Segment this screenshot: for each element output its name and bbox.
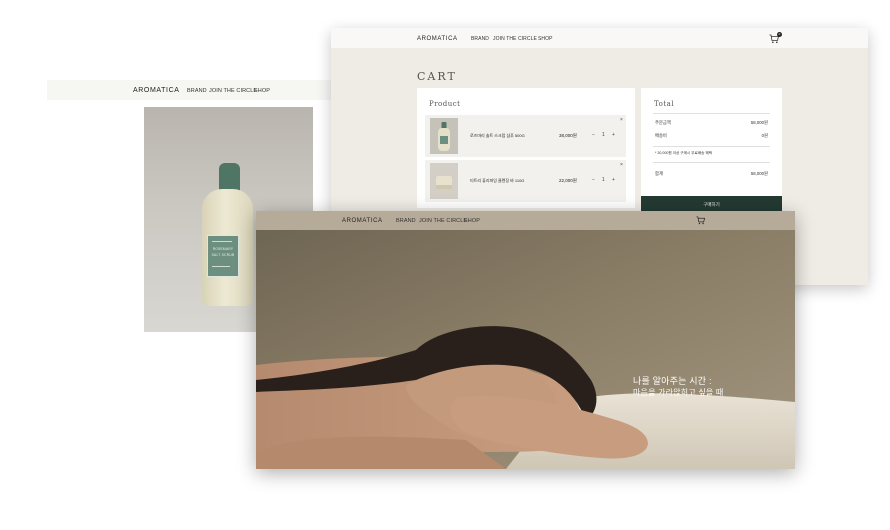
nav-link-join-the-circle[interactable]: JOIN THE CIRCLE bbox=[209, 88, 257, 94]
nav-link-brand[interactable]: BRAND bbox=[396, 218, 416, 224]
qty-increase-button[interactable]: + bbox=[612, 132, 615, 138]
item-name[interactable]: 로즈마리 솔트 스크럽 샴푸 500G bbox=[470, 133, 525, 139]
remove-item-button[interactable]: × bbox=[620, 162, 623, 168]
nav-link-shop[interactable]: SHOP bbox=[538, 36, 553, 42]
brand-logo[interactable]: AROMATICA bbox=[133, 87, 180, 94]
nav-link-brand[interactable]: BRAND bbox=[471, 36, 489, 42]
nav-link-brand[interactable]: BRAND bbox=[187, 88, 207, 94]
bottle-label-line-2: SALT SCRUB bbox=[211, 253, 235, 257]
item-name[interactable]: 티트리 퓨리파잉 클렌징 바 110G bbox=[470, 178, 524, 184]
order-total-panel: Total 주문금액 58,000원 배송비 0원 * 30,000원 이상 구… bbox=[641, 88, 782, 208]
cart-title: CART bbox=[417, 70, 457, 83]
sum-label: 합계 bbox=[655, 171, 663, 176]
cart-count-badge: 0 bbox=[777, 32, 782, 37]
order-amount-value: 58,000원 bbox=[750, 120, 768, 125]
total-heading: Total bbox=[654, 100, 675, 108]
hero-subheadline: 마음을 가라앉히고 싶을 때 bbox=[633, 388, 724, 397]
hero-photo bbox=[256, 230, 795, 469]
cart-icon[interactable] bbox=[696, 216, 706, 225]
hero-image: 나를 알아주는 시간 : 마음을 가라앉히고 싶을 때 bbox=[256, 230, 795, 469]
qty-increase-button[interactable]: + bbox=[612, 177, 615, 183]
qty-value: 1 bbox=[602, 132, 605, 138]
product-heading: Product bbox=[429, 100, 461, 108]
nav-link-shop[interactable]: SHOP bbox=[254, 88, 270, 94]
divider bbox=[653, 113, 770, 114]
brand-logo[interactable]: AROMATICA bbox=[342, 218, 383, 224]
qty-value: 1 bbox=[602, 177, 605, 183]
main-page-mockup: 나를 알아주는 시간 : 마음을 가라앉히고 싶을 때 AROMATICA BR… bbox=[256, 211, 795, 469]
divider bbox=[653, 146, 770, 147]
label-rule bbox=[212, 241, 232, 242]
main-page-nav: AROMATICA BRAND JOIN THE CIRCLE SHOP bbox=[256, 211, 795, 230]
order-amount-label: 주문금액 bbox=[655, 120, 671, 125]
remove-item-button[interactable]: × bbox=[620, 117, 623, 123]
brand-logo[interactable]: AROMATICA bbox=[417, 36, 458, 42]
qty-decrease-button[interactable]: − bbox=[592, 177, 595, 183]
product-thumbnail[interactable] bbox=[430, 163, 458, 199]
product-list-panel: Product 로즈마리 솔트 스크럽 샴푸 500G 38,000원 − 1 … bbox=[417, 88, 635, 208]
shipping-value: 0원 bbox=[761, 133, 768, 138]
product-thumbnail[interactable] bbox=[430, 118, 458, 154]
label-rule bbox=[212, 266, 230, 267]
nav-link-shop[interactable]: SHOP bbox=[464, 218, 480, 224]
cart-item: 티트리 퓨리파잉 클렌징 바 110G 22,000원 − 1 + × bbox=[425, 160, 626, 202]
nav-link-join-the-circle[interactable]: JOIN THE CIRCLE bbox=[493, 36, 537, 42]
qty-decrease-button[interactable]: − bbox=[592, 132, 595, 138]
cart-count: 0 bbox=[778, 32, 781, 36]
sum-value: 58,000원 bbox=[750, 171, 768, 176]
cart-page-nav: AROMATICA BRAND JOIN THE CIRCLE SHOP 0 bbox=[331, 28, 868, 48]
divider bbox=[653, 162, 770, 163]
item-price: 38,000원 bbox=[559, 133, 577, 138]
hero-headline: 나를 알아주는 시간 : bbox=[633, 376, 712, 386]
bottle-label: ROSEMARY SALT SCRUB bbox=[207, 235, 239, 277]
nav-link-join-the-circle[interactable]: JOIN THE CIRCLE bbox=[419, 218, 467, 224]
bottle-label-line-1: ROSEMARY bbox=[212, 247, 234, 251]
shipping-label: 배송비 bbox=[655, 133, 667, 138]
shipping-note: * 30,000원 이상 구매시 무료배송 혜택 bbox=[655, 151, 713, 155]
cart-item: 로즈마리 솔트 스크럽 샴푸 500G 38,000원 − 1 + × bbox=[425, 115, 626, 157]
item-price: 22,000원 bbox=[559, 178, 577, 183]
product-page-nav: AROMATICA BRAND JOIN THE CIRCLE SHOP bbox=[47, 80, 337, 100]
